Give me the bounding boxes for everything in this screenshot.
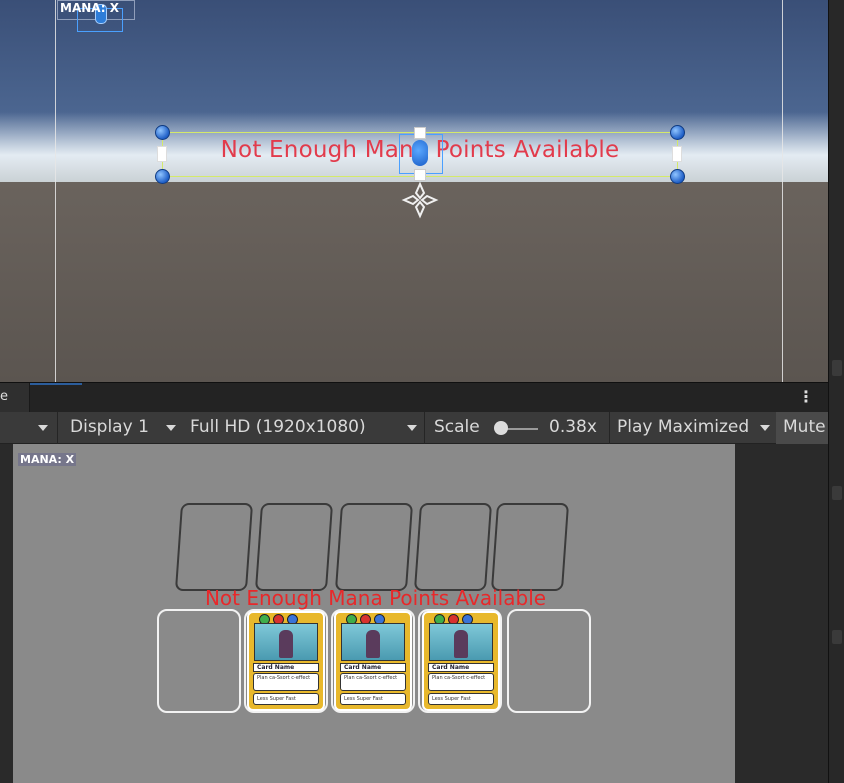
rect-side-handle-left[interactable] — [157, 146, 167, 162]
rect-corner-handle-tl[interactable] — [155, 125, 170, 140]
card-slot[interactable] — [490, 503, 570, 591]
chevron-down-icon[interactable] — [38, 425, 48, 431]
game-message-text: Not Enough Mana Points Available — [204, 586, 547, 610]
card-slot[interactable] — [413, 503, 493, 591]
rect-corner-handle-tr[interactable] — [670, 125, 685, 140]
scene-mana-label[interactable]: MANA: X — [60, 1, 119, 15]
card-art — [341, 623, 405, 661]
chevron-down-icon[interactable] — [407, 425, 417, 431]
tab-game[interactable]: e — [0, 383, 30, 413]
scale-label: Scale — [434, 417, 480, 437]
chevron-down-icon[interactable] — [760, 425, 770, 431]
hand-card[interactable]: Card Name Plan ca-Ssort c-effect Less Su… — [422, 611, 500, 711]
card-name: Card Name — [340, 663, 406, 672]
rect-side-handle-top[interactable] — [414, 127, 426, 139]
rect-corner-handle-br[interactable] — [670, 169, 685, 184]
scene-view[interactable]: MANA: X Not Enough Mana Points Available — [0, 0, 828, 382]
chevron-down-icon[interactable] — [166, 425, 176, 431]
card-art — [254, 623, 318, 661]
mute-audio-button[interactable]: Mute — [776, 412, 828, 444]
display-dropdown[interactable]: Display 1 — [70, 417, 149, 437]
scroll-arrow[interactable] — [832, 486, 842, 500]
divider — [424, 412, 425, 444]
tab-game-label: e — [0, 389, 8, 404]
card-name: Card Name — [253, 663, 319, 672]
game-toolbar: Display 1 Full HD (1920x1080) Scale 0.38… — [0, 412, 828, 444]
game-tab-bar: e ⋮ — [0, 382, 828, 413]
card-description: Plan ca-Ssort c-effect — [340, 673, 406, 691]
game-view[interactable]: MANA: X Card Name Plan ca-Ssort c-effect… — [13, 444, 735, 783]
rect-side-handle-bottom[interactable] — [414, 169, 426, 181]
hand-slot[interactable] — [507, 609, 591, 713]
scale-slider-handle[interactable] — [494, 421, 508, 435]
inspector-edge-panel — [828, 0, 844, 783]
card-footer: Less Super Fast — [340, 693, 406, 705]
card-footer: Less Super Fast — [253, 693, 319, 705]
anchor-icon[interactable] — [401, 181, 439, 219]
card-slot[interactable] — [334, 503, 414, 591]
character-figure — [366, 630, 380, 658]
scale-value: 0.38x — [549, 417, 597, 437]
character-figure — [279, 630, 293, 658]
card-name: Card Name — [428, 663, 494, 672]
rect-corner-handle-bl[interactable] — [155, 169, 170, 184]
divider — [609, 412, 610, 444]
pivot-handle[interactable] — [412, 140, 428, 166]
hand-card[interactable]: Card Name Plan ca-Ssort c-effect Less Su… — [334, 611, 412, 711]
game-mana-label: MANA: X — [18, 453, 77, 466]
card-footer: Less Super Fast — [428, 693, 494, 705]
unity-editor: MANA: X Not Enough Mana Points Available — [0, 0, 844, 783]
character-figure — [454, 630, 468, 658]
resolution-dropdown[interactable]: Full HD (1920x1080) — [190, 417, 366, 437]
card-art — [429, 623, 493, 661]
play-mode-dropdown[interactable]: Play Maximized — [617, 417, 749, 437]
card-slot[interactable] — [174, 503, 254, 591]
hand-slot[interactable] — [157, 609, 241, 713]
card-description: Plan ca-Ssort c-effect — [428, 673, 494, 691]
card-description: Plan ca-Ssort c-effect — [253, 673, 319, 691]
card-slot[interactable] — [254, 503, 334, 591]
scrollbar-thumb[interactable] — [832, 360, 842, 376]
scroll-arrow[interactable] — [832, 630, 842, 644]
rect-side-handle-right[interactable] — [672, 146, 682, 162]
hand-card[interactable]: Card Name Plan ca-Ssort c-effect Less Su… — [247, 611, 325, 711]
kebab-menu-icon[interactable]: ⋮ — [798, 389, 814, 405]
mute-label: Mute — [783, 417, 826, 437]
divider — [57, 412, 58, 444]
